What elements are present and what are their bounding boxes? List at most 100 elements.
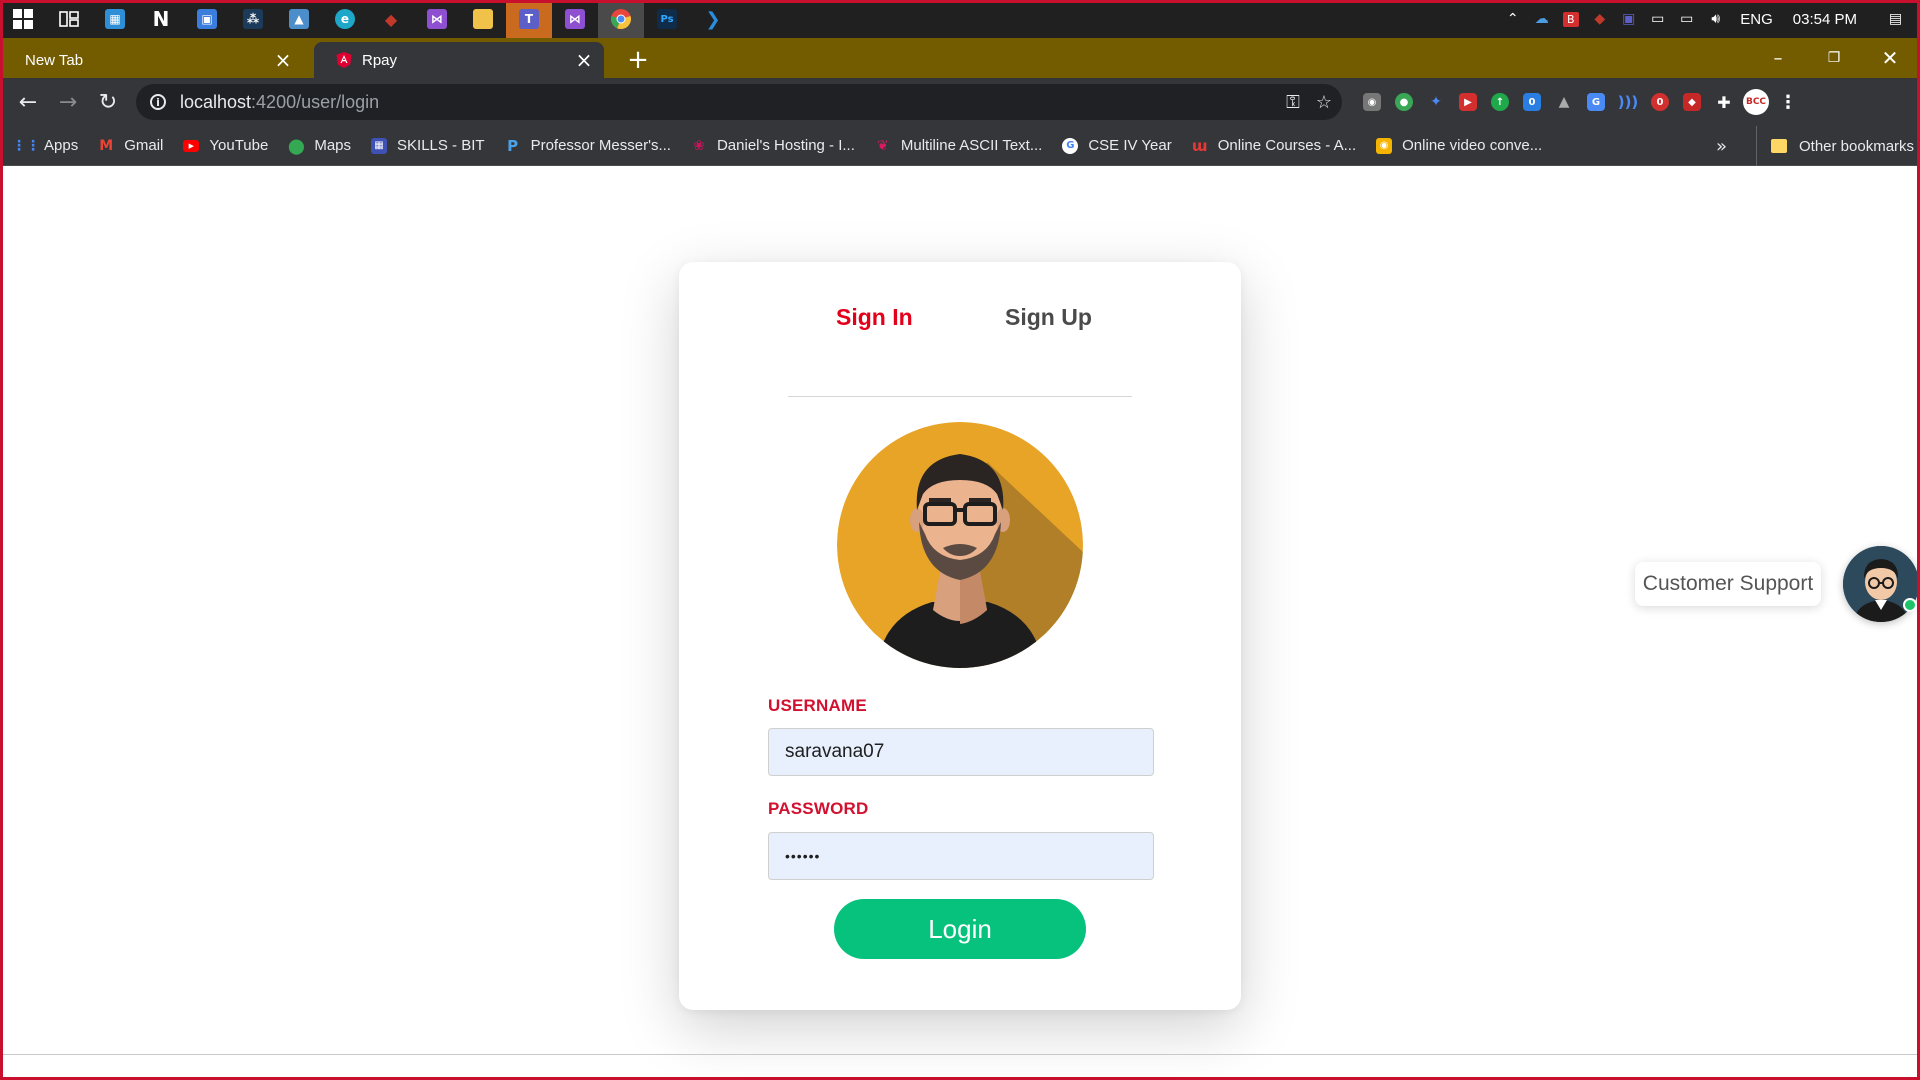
language-indicator[interactable]: ENG [1730, 11, 1783, 28]
close-icon[interactable]: × [574, 48, 594, 72]
app-icon: ⁂ [243, 9, 263, 29]
taskbar-file-explorer[interactable] [460, 0, 506, 38]
taskbar-app-7[interactable]: ◆ [368, 0, 414, 38]
username-label: USERNAME [768, 696, 867, 715]
extension-7[interactable]: ▲ [1548, 86, 1580, 118]
battery-icon[interactable]: ▭ [1643, 0, 1672, 38]
taskbar-visual-studio-2[interactable]: ⋈ [552, 0, 598, 38]
site-info-icon[interactable]: i [150, 94, 166, 110]
kebab-menu-icon: ⋮ [1779, 91, 1797, 113]
bookmark-professor-messer[interactable]: P Professor Messer's... [505, 137, 671, 155]
app-icon: ◆ [384, 9, 398, 29]
customer-support-bubble[interactable]: Customer Support [1635, 562, 1821, 606]
extension-2[interactable]: ● [1388, 86, 1420, 118]
login-card: Sign In Sign Up USERNAME saravana07 PASS… [679, 262, 1241, 1010]
bookmark-multiline-ascii[interactable]: ❦ Multiline ASCII Text... [875, 137, 1042, 154]
bookmark-daniels-hosting[interactable]: ❀ Daniel's Hosting - I... [691, 137, 855, 154]
minimize-icon[interactable]: – [1750, 38, 1806, 78]
bookmark-label: Maps [314, 137, 352, 154]
bookmark-apps[interactable]: ⋮⋮ Apps [12, 137, 78, 154]
online-status-dot [1903, 598, 1917, 612]
taskbar-app-4[interactable]: ⁂ [230, 0, 276, 38]
taskbar-teams[interactable]: T [506, 0, 552, 38]
network-icon[interactable]: ▭ [1672, 0, 1701, 38]
tray-teams-icon[interactable]: ▣ [1614, 0, 1643, 38]
volume-icon[interactable]: 🔊︎ [1701, 0, 1730, 38]
tab-sign-in[interactable]: Sign In [836, 304, 913, 331]
taskbar-edge[interactable]: e [322, 0, 368, 38]
tab-rpay[interactable]: Rpay × [314, 42, 604, 78]
taskbar-chrome[interactable] [598, 0, 644, 38]
restore-icon[interactable]: ❐ [1806, 38, 1862, 78]
extension-5[interactable]: ↑ [1484, 86, 1516, 118]
tray-app-icon[interactable]: B [1556, 0, 1585, 38]
taskbar-app-1[interactable]: ▦ [92, 0, 138, 38]
taskbar-app-3[interactable]: ▣ [184, 0, 230, 38]
profile-avatar[interactable]: BCC [1740, 86, 1772, 118]
app-icon: ▦ [105, 9, 125, 29]
taskbar-notion[interactable]: N [138, 0, 184, 38]
extension-8[interactable]: G [1580, 86, 1612, 118]
extension-11[interactable]: ◆ [1676, 86, 1708, 118]
bookmark-skills-bit[interactable]: ▦ SKILLS - BIT [371, 137, 485, 154]
task-view-button[interactable] [46, 0, 92, 38]
extension-icon: ◆ [1683, 93, 1701, 111]
tab-sign-up[interactable]: Sign Up [1005, 304, 1092, 331]
bookmark-maps[interactable]: ⬤ Maps [288, 137, 352, 155]
system-tray: ⌃ ☁ B ◆ ▣ ▭ ▭ 🔊︎ ENG 03:54 PM ▤ [1498, 0, 1920, 38]
extension-4[interactable]: ▶ [1452, 86, 1484, 118]
omnibox-actions: ⚿ ☆ [1286, 84, 1332, 120]
bookmarks-overflow-icon[interactable]: » [1716, 126, 1727, 166]
window-close-icon[interactable]: ✕ [1862, 38, 1918, 78]
courses-icon: ɯ [1191, 136, 1208, 155]
onedrive-icon[interactable]: ☁ [1527, 0, 1556, 38]
extension-icon: ))) [1617, 93, 1639, 111]
bookmark-online-courses[interactable]: ɯ Online Courses - A... [1191, 136, 1356, 155]
new-tab-plus-icon[interactable]: + [624, 45, 652, 75]
user-avatar [837, 422, 1083, 668]
chrome-menu-icon[interactable]: ⋮ [1772, 86, 1804, 118]
task-view-icon [59, 11, 79, 27]
reload-icon[interactable]: ↻ [88, 82, 128, 122]
taskbar-visual-studio[interactable]: ⋈ [414, 0, 460, 38]
extensions-row: ◉ ● ✦ ▶ ↑ 0 ▲ G ))) 0 ◆ ✚ BCC ⋮ [1356, 86, 1804, 118]
taskbar-photoshop[interactable]: Ps [644, 0, 690, 38]
other-bookmarks[interactable]: Other bookmarks [1756, 126, 1914, 166]
bookmark-gmail[interactable]: M Gmail [98, 137, 163, 154]
photoshop-icon: Ps [657, 9, 677, 29]
url-path: :4200/user/login [251, 91, 380, 112]
address-bar[interactable]: i localhost:4200/user/login ⚿ ☆ [136, 84, 1342, 120]
taskbar-vscode[interactable]: ❯ [690, 0, 736, 38]
bookmark-label: SKILLS - BIT [397, 137, 485, 154]
chrome-icon [611, 9, 631, 30]
bearded-man-avatar-icon [837, 422, 1083, 668]
login-button[interactable]: Login [834, 899, 1086, 959]
bookmark-star-icon[interactable]: ☆ [1316, 92, 1332, 113]
tab-new-tab[interactable]: New Tab × [3, 42, 303, 78]
bookmark-online-video[interactable]: ◉ Online video conve... [1376, 137, 1542, 154]
tray-app-2-icon[interactable]: ◆ [1585, 0, 1614, 38]
bookmark-cse-iv-year[interactable]: G CSE IV Year [1062, 137, 1172, 154]
password-input[interactable]: •••••• [768, 832, 1154, 880]
extension-10[interactable]: 0 [1644, 86, 1676, 118]
bookmark-youtube[interactable]: ▶ YouTube [183, 137, 268, 154]
taskbar-photos[interactable]: ▲ [276, 0, 322, 38]
notification-icon[interactable]: ▤ [1881, 0, 1910, 38]
extension-9[interactable]: ))) [1612, 86, 1644, 118]
back-arrow-icon[interactable]: ← [8, 82, 48, 122]
extension-6[interactable]: 0 [1516, 86, 1548, 118]
bookmarks-bar: ⋮⋮ Apps M Gmail ▶ YouTube ⬤ Maps ▦ SKILLS - B… [0, 126, 1920, 166]
start-button[interactable] [0, 0, 46, 38]
tray-chevron-up-icon[interactable]: ⌃ [1498, 0, 1527, 38]
apps-grid-icon: ⋮⋮ [12, 137, 40, 154]
extensions-puzzle-icon[interactable]: ✚ [1708, 86, 1740, 118]
app-icon: ▣ [197, 9, 217, 29]
forward-arrow-icon[interactable]: → [48, 82, 88, 122]
extension-1[interactable]: ◉ [1356, 86, 1388, 118]
clock[interactable]: 03:54 PM [1783, 11, 1867, 28]
skills-icon: ▦ [371, 137, 388, 154]
username-input[interactable]: saravana07 [768, 728, 1154, 776]
extension-3[interactable]: ✦ [1420, 86, 1452, 118]
key-icon[interactable]: ⚿ [1286, 92, 1300, 113]
close-icon[interactable]: × [273, 48, 293, 72]
